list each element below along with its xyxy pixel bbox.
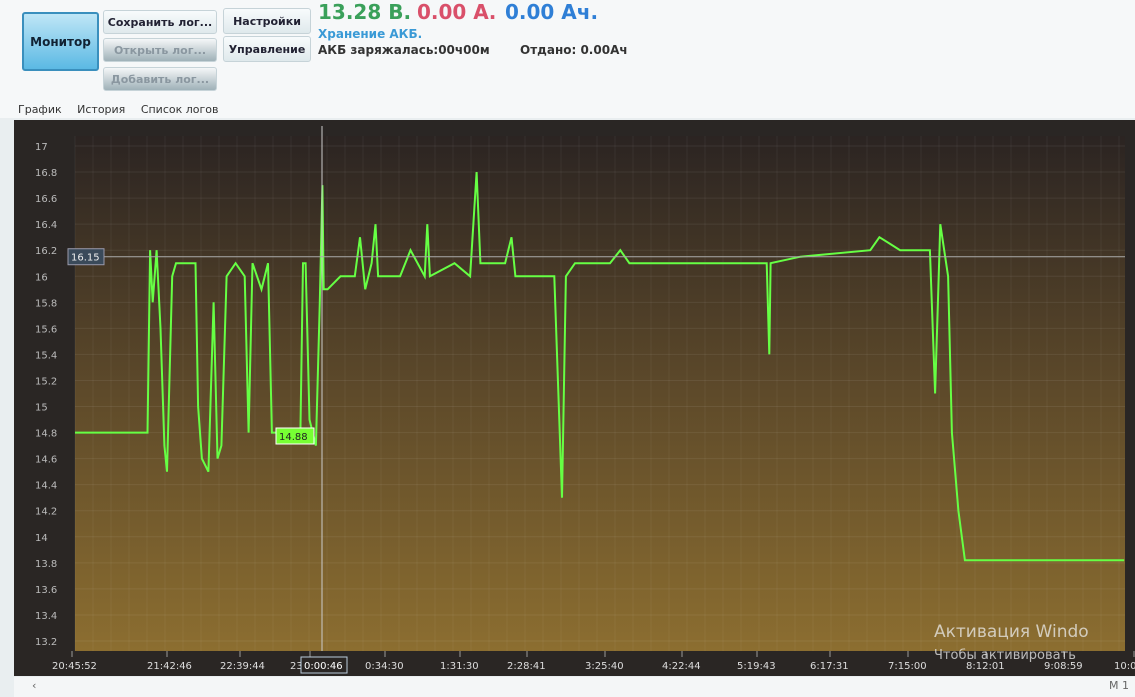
current-readout: 0.00 А. [417, 0, 497, 24]
given-capacity: Отдано: 0.00Ач [520, 43, 628, 57]
scroll-left-arrow[interactable]: ‹ [32, 679, 36, 692]
horizontal-scrollbar[interactable]: ‹ M 1 [14, 677, 1135, 697]
y-tick-label: 16.4 [35, 220, 57, 231]
marker-label: 14.88 [279, 432, 308, 443]
y-tick-label: 16.6 [35, 194, 57, 205]
add-log-button[interactable]: Добавить лог... [103, 67, 217, 91]
settings-button[interactable]: Настройки [223, 8, 311, 34]
x-tick-label: 10:0 [1114, 661, 1135, 672]
y-tick-label: 17 [35, 142, 48, 153]
x-tick-label: 7:15:00 [888, 661, 927, 672]
y-tick-label: 14.8 [35, 429, 57, 440]
y-tick-label: 14.6 [35, 455, 57, 466]
scroll-right-label: M 1 [1109, 679, 1129, 692]
voltage-readout: 13.28 В. [318, 0, 412, 24]
y-tick-label: 13.8 [35, 559, 57, 570]
y-tick-label: 15.8 [35, 298, 57, 309]
x-tick-label: 3:25:40 [585, 661, 624, 672]
x-tick-label: 2:28:41 [507, 661, 546, 672]
open-log-button[interactable]: Открыть лог... [103, 38, 217, 62]
activation-watermark-sub: Чтобы активировать [934, 648, 1076, 663]
toolbar: Монитор Сохранить лог... Открыть лог... … [0, 0, 1135, 118]
plot-area [75, 136, 1125, 651]
tab-graph[interactable]: График [18, 103, 62, 116]
y-tick-label: 13.2 [35, 637, 57, 648]
monitor-button[interactable]: Монитор [22, 12, 99, 71]
y-tick-label: 14.2 [35, 507, 57, 518]
chart-svg: 17 16.8 16.6 16.4 16.2 16 15.8 15.6 15.4 15.2 15 14… [35, 126, 1135, 674]
y-tick-label: 14 [35, 533, 48, 544]
y-tick-label: 15.4 [35, 350, 57, 361]
x-tick-label: 21:42:46 [147, 661, 192, 672]
x-tick-label: 0:34:30 [365, 661, 404, 672]
y-tick-label: 15.2 [35, 376, 57, 387]
x-tick-label: 22:39:44 [220, 661, 265, 672]
save-log-button[interactable]: Сохранить лог... [103, 10, 217, 34]
voltage-chart[interactable]: 17 16.8 16.6 16.4 16.2 16 15.8 15.6 15.4 15.2 15 14… [14, 120, 1135, 676]
x-tick-label: 4:22:44 [662, 661, 701, 672]
x-tick-label: 1:31:30 [440, 661, 479, 672]
y-tick-label: 15 [35, 403, 48, 414]
y-tick-label: 16.8 [35, 168, 57, 179]
cursor-value-label: 16.15 [71, 253, 100, 264]
tab-history[interactable]: История [77, 103, 125, 116]
activation-watermark: Активация Windo [934, 622, 1089, 642]
x-tick-label: 5:19:43 [737, 661, 776, 672]
x-tick-label: 6:17:31 [810, 661, 849, 672]
y-tick-label: 16.2 [35, 246, 57, 257]
y-tick-label: 14.4 [35, 481, 57, 492]
capacity-readout: 0.00 Ач. [505, 0, 599, 24]
control-button[interactable]: Управление [223, 36, 311, 62]
y-tick-label: 15.6 [35, 324, 57, 335]
tab-log-list[interactable]: Список логов [141, 103, 219, 116]
x-tick-label: 20:45:52 [52, 661, 97, 672]
y-tick-label: 13.6 [35, 585, 57, 596]
mode-status: Хранение АКБ. [318, 27, 423, 41]
cursor-time-label: 0:00:46 [304, 661, 343, 672]
y-tick-label: 16 [35, 272, 48, 283]
y-tick-label: 13.4 [35, 611, 57, 622]
charged-time: АКБ заряжалась:00ч00м [318, 43, 490, 57]
